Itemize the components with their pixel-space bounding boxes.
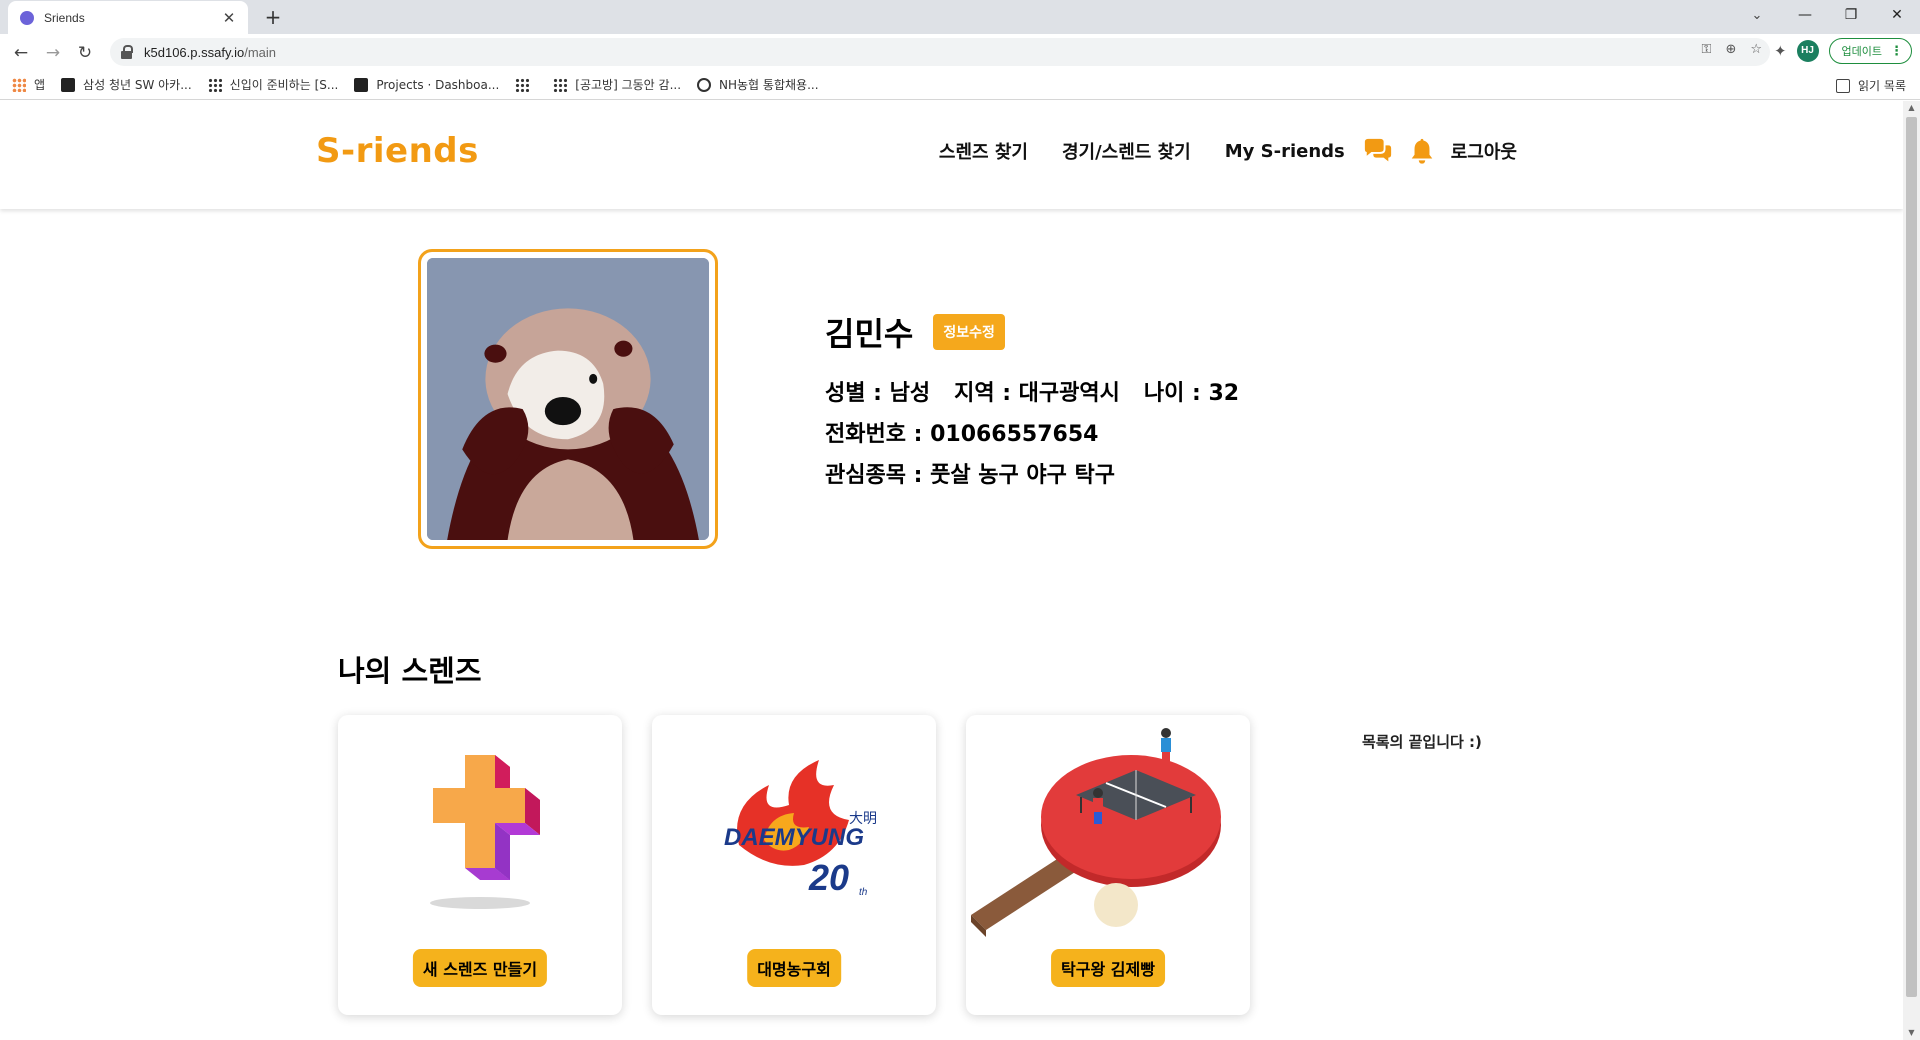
sriends-card-daemyung[interactable]: DAEMYUNG 20 th 大明 대명농구회 [652, 715, 936, 1015]
zoom-icon[interactable]: ⊕ [1725, 42, 1736, 57]
list-end-note: 목록의 끝입니다 :) [1362, 733, 1482, 751]
site-logo[interactable]: S-riends [316, 131, 479, 171]
site-nav: 스렌즈 찾기 경기/스렌드 찾기 My S-riends 로그아웃 [939, 137, 1517, 165]
profile-photo-frame [418, 249, 718, 549]
update-button[interactable]: 업데이트 ⋮ [1828, 38, 1912, 64]
site-header: S-riends 스렌즈 찾기 경기/스렌드 찾기 My S-riends 로그… [0, 101, 1903, 209]
otter-illustration [427, 258, 709, 540]
profile-region: 지역 : 대구광역시 [954, 381, 1120, 406]
nav-logout[interactable]: 로그아웃 [1451, 138, 1517, 164]
page-scrollbar[interactable]: ▲ ▼ [1903, 101, 1920, 1040]
bookmark-item[interactable] [515, 77, 537, 92]
address-bar[interactable]: k5d106.p.ssafy.io/main ⚿ ⊕ ☆ [110, 38, 1770, 66]
nav-icon-group [1363, 137, 1437, 165]
bookmark-item[interactable]: NH농협 통합채용... [697, 76, 819, 93]
lock-icon[interactable] [120, 44, 134, 60]
card-image [338, 715, 622, 945]
sriends-card-list: 새 스렌즈 만들기 DAEMYUNG 20 th 大明 대명농구회 탁구왕 김제… [338, 715, 1250, 1015]
browser-toolbar: ← → ↻ k5d106.p.ssafy.io/main ⚿ ⊕ ☆ ✦ HJ … [0, 34, 1920, 70]
nav-find-match[interactable]: 경기/스렌드 찾기 [1062, 138, 1191, 164]
url-text[interactable]: k5d106.p.ssafy.io/main [144, 45, 276, 60]
scroll-down-icon[interactable]: ▼ [1903, 1026, 1920, 1040]
reading-list-icon [1836, 78, 1851, 93]
profile-photo [427, 258, 709, 540]
window-controls: — ❐ ✕ [1782, 0, 1920, 30]
edit-profile-button[interactable]: 정보수정 [933, 314, 1005, 350]
card-label: 새 스렌즈 만들기 [412, 949, 548, 987]
name-row: 김민수 정보수정 [825, 309, 1263, 355]
profile-name: 김민수 [825, 315, 914, 353]
bell-icon[interactable] [1407, 137, 1437, 165]
extensions-icon[interactable]: ✦ [1774, 42, 1787, 60]
daemyung-logo: DAEMYUNG 20 th 大明 [724, 760, 877, 898]
menu-icon: ⋮ [1890, 43, 1903, 59]
svg-text:th: th [859, 887, 868, 898]
scroll-up-icon[interactable]: ▲ [1903, 101, 1920, 115]
restore-icon[interactable]: ❐ [1828, 0, 1874, 30]
svg-text:大明: 大明 [849, 811, 877, 827]
site-favicon-icon [20, 10, 34, 25]
key-icon[interactable]: ⚿ [1702, 42, 1712, 57]
my-sriends-title: 나의 스렌즈 [338, 654, 482, 688]
card-image [966, 715, 1250, 945]
minimize-icon[interactable]: — [1782, 0, 1828, 30]
card-label: 탁구왕 김제빵 [1051, 949, 1165, 987]
apps-icon [12, 77, 26, 92]
dots-icon [553, 77, 568, 92]
forward-icon[interactable]: → [40, 40, 66, 66]
omnibox-actions: ⚿ ⊕ ☆ [1702, 42, 1762, 57]
globe-icon [697, 77, 712, 92]
profile-interests: 관심종목 : 풋살 농구 야구 탁구 [825, 463, 1115, 488]
bookmark-item[interactable]: 신입이 준비하는 [S... [207, 76, 338, 93]
profile-phone: 전화번호 : 01066557654 [825, 422, 1099, 447]
profile-basic-info: 성별 : 남성 지역 : 대구광역시 나이 : 32 [825, 375, 1263, 407]
profile-age: 나이 : 32 [1143, 381, 1240, 406]
bookmark-item[interactable]: [공고방] 그동안 감... [553, 76, 681, 93]
dots-icon [207, 77, 222, 92]
svg-text:20: 20 [808, 857, 849, 898]
plus-icon [430, 755, 540, 909]
profile-avatar[interactable]: HJ [1796, 40, 1819, 62]
close-window-icon[interactable]: ✕ [1874, 0, 1920, 30]
svg-text:DAEMYUNG: DAEMYUNG [724, 824, 864, 851]
ping-pong-image [971, 728, 1221, 937]
square-icon [61, 77, 76, 92]
back-icon[interactable]: ← [8, 40, 34, 66]
new-sriends-card[interactable]: 새 스렌즈 만들기 [338, 715, 622, 1015]
star-icon[interactable]: ☆ [1750, 42, 1762, 57]
scroll-thumb[interactable] [1906, 117, 1917, 997]
new-tab-button[interactable]: + [260, 4, 286, 30]
reading-list[interactable]: 읽기 목록 [1836, 77, 1906, 94]
browser-tab[interactable]: Sriends ✕ [8, 1, 248, 34]
tab-title: Sriends [44, 10, 85, 25]
card-image: DAEMYUNG 20 th 大明 [652, 715, 936, 945]
close-tab-icon[interactable]: ✕ [220, 9, 238, 27]
bookmarks-bar: 앱 삼성 청년 SW 아카... 신입이 준비하는 [S... Projects… [0, 70, 1920, 100]
nav-find-friends[interactable]: 스렌즈 찾기 [939, 138, 1028, 164]
sriends-card-pingpong[interactable]: 탁구왕 김제빵 [966, 715, 1250, 1015]
profile-gender: 성별 : 남성 [825, 381, 931, 406]
nav-my-sriends[interactable]: My S-riends [1225, 141, 1345, 162]
dots-icon [515, 77, 530, 92]
bookmark-item[interactable]: Projects · Dashboa... [354, 77, 499, 92]
extension-area: ✦ HJ 업데이트 ⋮ [1774, 38, 1912, 64]
chat-icon[interactable] [1363, 137, 1393, 165]
square-icon [354, 77, 369, 92]
browser-tab-bar: Sriends ✕ + ⌄ — ❐ ✕ [0, 0, 1920, 34]
bookmark-apps[interactable]: 앱 [12, 76, 45, 93]
card-label: 대명농구회 [747, 949, 841, 987]
page-viewport: S-riends 스렌즈 찾기 경기/스렌드 찾기 My S-riends 로그… [0, 101, 1920, 1040]
bookmark-item[interactable]: 삼성 청년 SW 아카... [61, 76, 192, 93]
profile-info: 김민수 정보수정 성별 : 남성 지역 : 대구광역시 나이 : 32 전화번호 :… [825, 309, 1263, 498]
reload-icon[interactable]: ↻ [72, 40, 98, 66]
tab-search-icon[interactable]: ⌄ [1744, 4, 1770, 28]
